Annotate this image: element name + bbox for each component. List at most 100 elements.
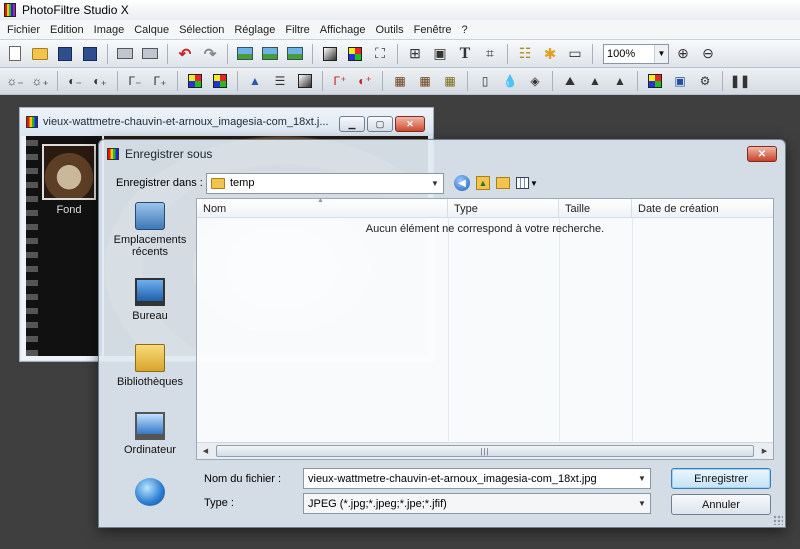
grayscale-button[interactable]: [319, 43, 341, 65]
menu-reglage[interactable]: Réglage: [229, 24, 280, 36]
column-header-date[interactable]: Date de création: [632, 199, 773, 218]
mosaic-button[interactable]: ▦: [389, 70, 411, 92]
menu-calque[interactable]: Calque: [129, 24, 174, 36]
menu-filtre[interactable]: Filtre: [280, 24, 314, 36]
blur-button[interactable]: 💧: [499, 70, 521, 92]
chevron-down-icon[interactable]: ▼: [634, 469, 650, 488]
gradient-button[interactable]: [644, 70, 666, 92]
undo-button[interactable]: ↶: [174, 43, 196, 65]
layer-thumbnail[interactable]: [42, 144, 96, 200]
scroll-right-icon[interactable]: ▶: [756, 443, 773, 459]
print-button[interactable]: [114, 43, 136, 65]
plugin-button[interactable]: ✱: [539, 43, 561, 65]
pixelate-button[interactable]: ▦: [414, 70, 436, 92]
crop-button[interactable]: ⌗: [479, 43, 501, 65]
puzzle-icon: ✱: [543, 45, 557, 63]
column-header-type[interactable]: Type: [448, 199, 559, 218]
window-button[interactable]: ▭: [564, 43, 586, 65]
menu-fichier[interactable]: Fichier: [2, 24, 45, 36]
scan-button[interactable]: [139, 43, 161, 65]
texture-button[interactable]: ▦: [439, 70, 461, 92]
save-as-button[interactable]: [79, 43, 101, 65]
zoom-combobox[interactable]: 100% ▼: [603, 43, 669, 64]
chevron-down-icon[interactable]: ▼: [654, 44, 668, 63]
place-desktop[interactable]: Bureau: [106, 278, 194, 322]
filetype-combobox[interactable]: JPEG (*.jpg;*.jpeg;*.jpe;*.jfif) ▼: [303, 493, 651, 514]
contrast-plus-button[interactable]: ◐₊: [89, 70, 111, 92]
save-button[interactable]: Enregistrer: [671, 468, 771, 489]
column-header-size[interactable]: Taille: [559, 199, 632, 218]
pause-button[interactable]: ❚❚: [729, 70, 751, 92]
chevron-down-icon[interactable]: ▼: [427, 174, 443, 193]
save-file-button[interactable]: [54, 43, 76, 65]
invert-button[interactable]: [294, 70, 316, 92]
image-size-button[interactable]: ⛶: [369, 43, 391, 65]
place-libraries[interactable]: Bibliothèques: [106, 344, 194, 388]
new-file-button[interactable]: [4, 43, 26, 65]
filename-combobox[interactable]: vieux-wattmetre-chauvin-et-arnoux_images…: [303, 468, 651, 489]
zoom-in-button[interactable]: ⊕: [672, 43, 694, 65]
scroll-left-icon[interactable]: ◀: [197, 443, 214, 459]
chevron-down-icon[interactable]: ▼: [634, 494, 650, 513]
menu-selection[interactable]: Sélection: [174, 24, 229, 36]
cancel-button[interactable]: Annuler: [671, 494, 771, 515]
place-network[interactable]: [106, 478, 194, 510]
menu-fenetre[interactable]: Fenêtre: [409, 24, 457, 36]
sharpen-button[interactable]: ◈: [524, 70, 546, 92]
back-button[interactable]: ◀: [454, 175, 470, 191]
levels-button[interactable]: ☰: [269, 70, 291, 92]
menu-help[interactable]: ?: [457, 24, 473, 36]
contrast-minus-button[interactable]: ◐₋: [64, 70, 86, 92]
new-folder-button[interactable]: [496, 177, 510, 189]
resize-grip[interactable]: [773, 515, 783, 525]
copy-image-button[interactable]: [234, 43, 256, 65]
place-recent[interactable]: Emplacements récents: [106, 202, 194, 258]
auto-gamma-button[interactable]: Γ⁺: [329, 70, 351, 92]
paste-new-button[interactable]: [284, 43, 306, 65]
relief-button[interactable]: ▲: [584, 70, 606, 92]
border-button[interactable]: ▯: [474, 70, 496, 92]
image-close-button[interactable]: ✕: [395, 116, 425, 132]
scroll-track[interactable]: |||: [214, 443, 756, 459]
saturation-plus-button[interactable]: [209, 70, 231, 92]
horizontal-scrollbar[interactable]: ◀ ||| ▶: [197, 442, 773, 459]
explorer-button[interactable]: ☷: [514, 43, 536, 65]
brightness-minus-button[interactable]: ☼₋: [4, 70, 26, 92]
file-list-view[interactable]: ▲ Nom Type Taille Date de création Aucun…: [196, 198, 774, 460]
menu-outils[interactable]: Outils: [370, 24, 408, 36]
engrave-button[interactable]: ▲: [609, 70, 631, 92]
monitor-button[interactable]: ▣: [669, 70, 691, 92]
menu-image[interactable]: Image: [89, 24, 130, 36]
dialog-titlebar[interactable]: Enregistrer sous: [99, 140, 785, 168]
transform-button[interactable]: ⊞: [404, 43, 426, 65]
zoom-out-button[interactable]: ⊖: [697, 43, 719, 65]
histogram-button[interactable]: ▲: [244, 70, 266, 92]
gamma-minus-button[interactable]: Γ₋: [124, 70, 146, 92]
brightness-plus-button[interactable]: ☼₊: [29, 70, 51, 92]
gamma-plus-button[interactable]: Γ₊: [149, 70, 171, 92]
menu-edition[interactable]: Edition: [45, 24, 89, 36]
column-header-name[interactable]: ▲ Nom: [197, 199, 448, 218]
redo-button[interactable]: ↷: [199, 43, 221, 65]
view-menu-button[interactable]: ▼: [516, 176, 538, 190]
emboss-button[interactable]: ⛰: [559, 70, 581, 92]
auto-contrast-button[interactable]: ◐⁺: [354, 70, 376, 92]
toolbar-separator: [237, 71, 238, 91]
maximize-button[interactable]: ▢: [367, 116, 393, 132]
up-folder-button[interactable]: ▲: [476, 176, 490, 190]
saturation-minus-button[interactable]: [184, 70, 206, 92]
automate-button[interactable]: ⚙: [694, 70, 716, 92]
filename-input[interactable]: vieux-wattmetre-chauvin-et-arnoux_images…: [308, 473, 597, 485]
layer-button[interactable]: ▣: [429, 43, 451, 65]
save-in-combobox[interactable]: temp ▼: [206, 172, 444, 194]
color-button[interactable]: [344, 43, 366, 65]
menu-affichage[interactable]: Affichage: [315, 24, 371, 36]
place-computer[interactable]: Ordinateur: [106, 412, 194, 456]
paste-image-button[interactable]: [259, 43, 281, 65]
dialog-close-button[interactable]: ✕: [747, 146, 777, 162]
save-as-dialog[interactable]: Enregistrer sous ✕ Enregistrer dans : te…: [98, 139, 786, 528]
text-tool-button[interactable]: T: [454, 43, 476, 65]
open-file-button[interactable]: [29, 43, 51, 65]
minimize-button[interactable]: ▁: [339, 116, 365, 132]
scroll-thumb[interactable]: |||: [216, 445, 754, 457]
